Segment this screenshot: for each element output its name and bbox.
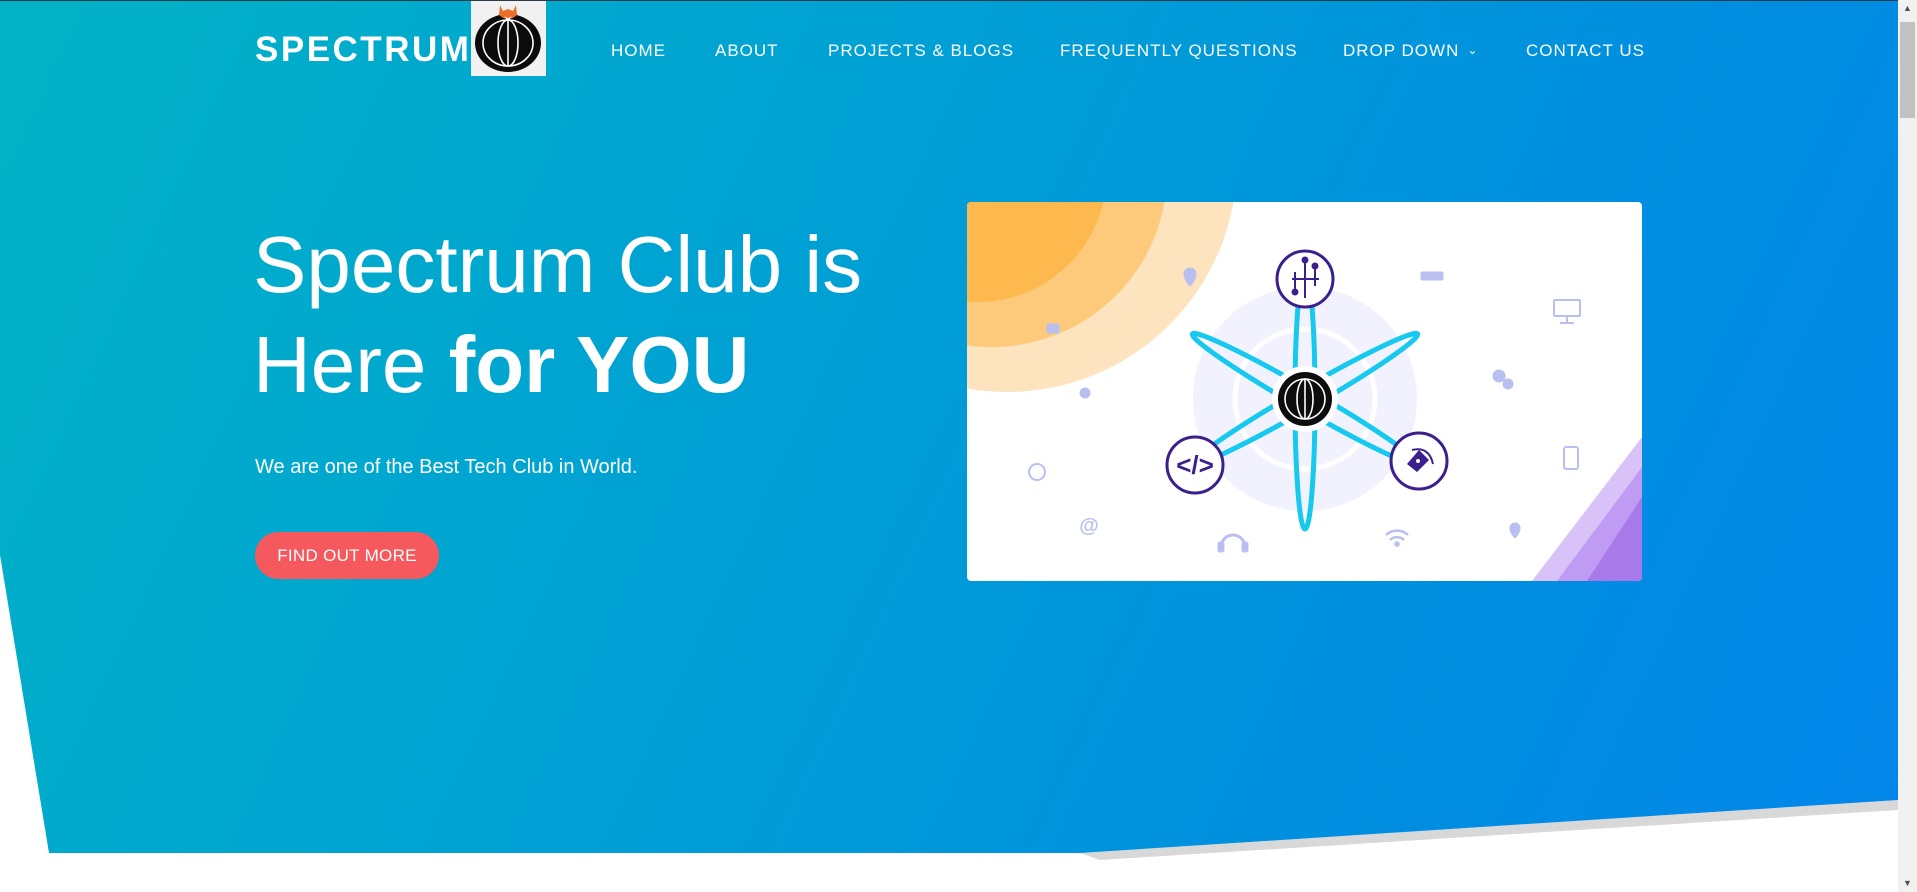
brand-name[interactable]: SPECTRUM (255, 30, 471, 70)
globe-fox-logo-icon[interactable] (471, 1, 546, 76)
nav-contact-us[interactable]: CONTACT US (1526, 41, 1645, 61)
lightbulb-icon (1509, 522, 1521, 539)
hero-headline: Spectrum Club is Here for YOU (253, 215, 862, 415)
headline-line-2-regular: Here (253, 320, 449, 409)
nav-home[interactable]: HOME (611, 41, 666, 61)
network-hub-icon (1272, 366, 1338, 432)
scrollbar-thumb[interactable] (1900, 22, 1915, 118)
keyboard-icon (1046, 323, 1060, 334)
chevron-down-icon: ⌄ (1467, 43, 1479, 57)
find-out-more-button[interactable]: FIND OUT MORE (255, 532, 439, 579)
top-border (0, 0, 1898, 1)
nav-drop-down[interactable]: DROP DOWN ⌄ (1343, 41, 1478, 61)
pen-tool-icon (1389, 431, 1449, 491)
at-sign-icon: @ (1079, 515, 1099, 537)
scroll-up-arrow-icon[interactable]: ▲ (1898, 0, 1917, 17)
hero-subtitle: We are one of the Best Tech Club in Worl… (255, 456, 638, 478)
nav-frequently-questions[interactable]: FREQUENTLY QUESTIONS (1060, 41, 1298, 61)
nav-about[interactable]: ABOUT (715, 41, 779, 61)
code-icon: </> (1165, 435, 1225, 495)
monitor-icon (1553, 299, 1581, 324)
nav-projects-blogs[interactable]: PROJECTS & BLOGS (828, 41, 1014, 61)
vertical-scrollbar[interactable]: ▲ ▼ (1898, 0, 1917, 892)
headphones-icon (1219, 533, 1247, 548)
router-icon (1420, 271, 1444, 281)
gear-small-icon (1079, 387, 1091, 399)
hero-illustration: </> @ (967, 202, 1642, 581)
circuit-icon (1275, 249, 1335, 309)
svg-text:</>: </> (1176, 450, 1214, 480)
headline-line-2-bold: for YOU (448, 320, 750, 409)
wifi-icon (1385, 529, 1409, 547)
phone-icon (1563, 446, 1579, 470)
gears-icon (1492, 369, 1514, 390)
nav-drop-down-label: DROP DOWN (1343, 41, 1460, 60)
headline-line-1: Spectrum Club is (253, 220, 863, 309)
basketball-icon (1028, 463, 1046, 481)
scroll-down-arrow-icon[interactable]: ▼ (1898, 875, 1917, 892)
